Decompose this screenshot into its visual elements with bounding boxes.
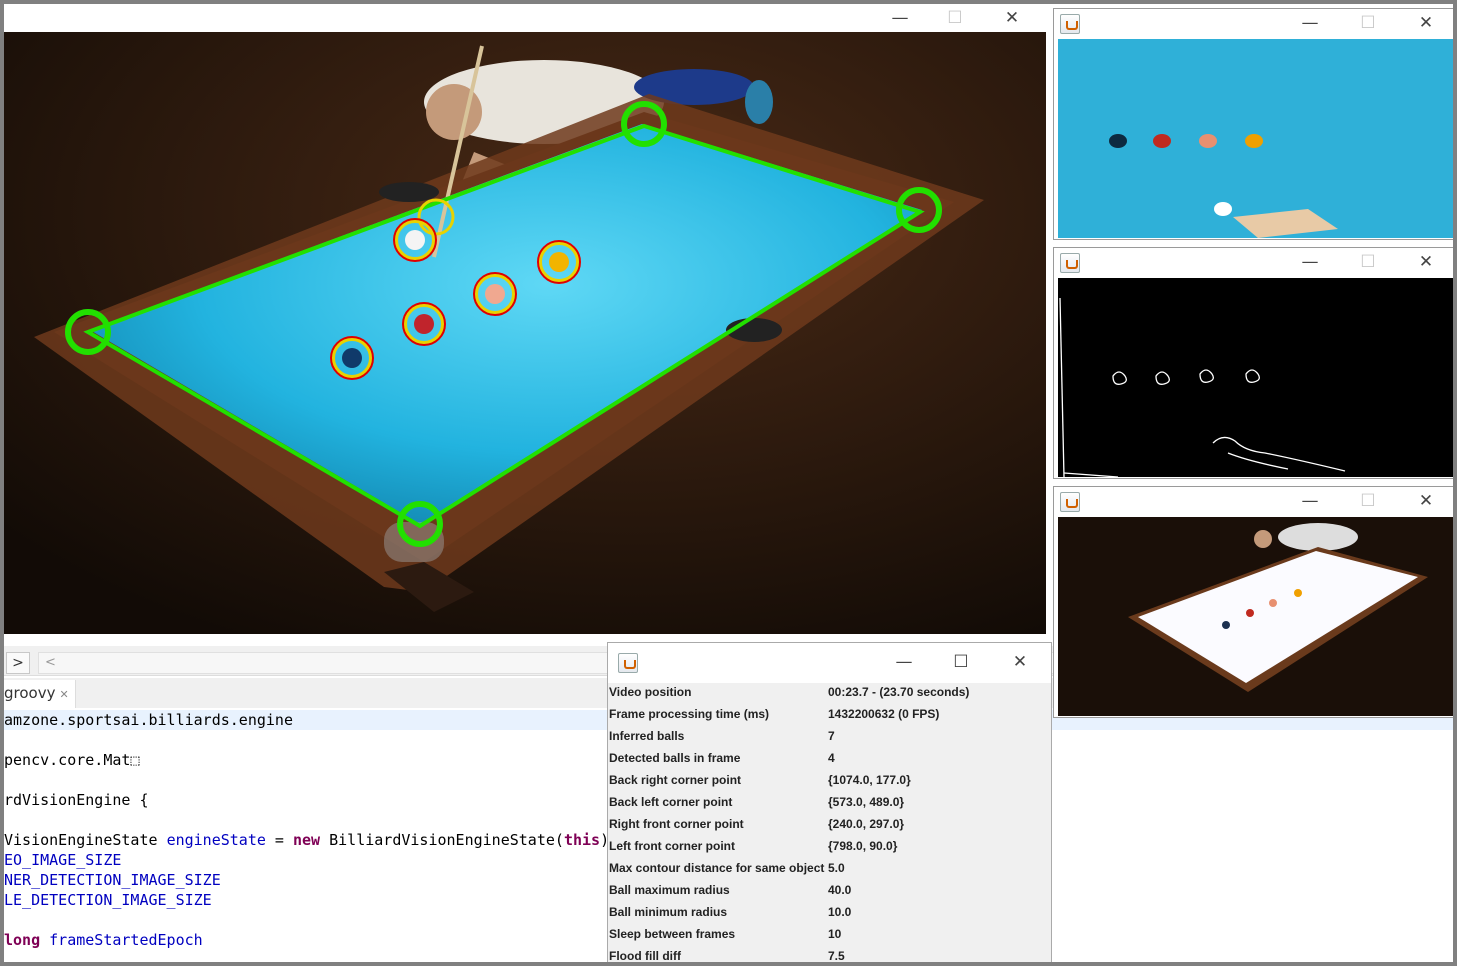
maximize-button[interactable]: ☐	[1357, 13, 1379, 35]
code-token: BilliardVisionEngineState(	[320, 831, 564, 849]
java-icon	[1060, 492, 1080, 512]
info-value: 5.0	[828, 861, 845, 875]
info-row: Ball maximum radius 40.0	[608, 883, 1051, 905]
window-titlebar: — ☐ ✕	[4, 4, 1046, 34]
tab-label: groovy	[4, 684, 56, 702]
maximize-button[interactable]: ☐	[1357, 252, 1379, 274]
desktop: > < groovy ✕ amzone.sportsai.billiards.en…	[0, 0, 1457, 966]
info-value: {798.0, 90.0}	[828, 839, 898, 853]
info-value: 7	[828, 729, 835, 743]
info-label: Right front corner point	[609, 817, 744, 831]
code-token: frameStartedEpoch	[49, 931, 203, 949]
table-mask-window: — ☐ ✕	[1053, 486, 1453, 718]
window-titlebar: — ☐ ✕	[1054, 248, 1453, 278]
info-value: 10	[828, 927, 842, 941]
window-titlebar: — ☐ ✕	[1054, 487, 1453, 517]
engine-info-table: Video position 00:23.7 - (23.70 seconds) F…	[608, 685, 1051, 963]
code-token: pencv.core.Mat	[4, 751, 131, 769]
info-row: Back right corner point {1074.0, 177.0}	[608, 773, 1051, 795]
info-row: Right front corner point {240.0, 297.0}	[608, 817, 1051, 839]
minimize-button[interactable]: —	[893, 652, 915, 674]
code-token: amzone.sportsai.billiards.engine	[4, 711, 293, 729]
info-value: 7.5	[828, 949, 845, 963]
info-label: Back left corner point	[609, 795, 733, 809]
close-button[interactable]: ✕	[1001, 8, 1023, 30]
info-row: Inferred balls 7	[608, 729, 1051, 751]
close-button[interactable]: ✕	[1415, 13, 1437, 35]
info-row: Flood fill diff 7.5	[608, 949, 1051, 963]
code-token: NER_DETECTION_IMAGE_SIZE	[4, 871, 221, 889]
main-video-window: — ☐ ✕	[4, 4, 1046, 634]
edge-detection-view	[1058, 278, 1453, 477]
close-button[interactable]: ✕	[1009, 652, 1031, 674]
info-row: Sleep between frames 10	[608, 927, 1051, 949]
window-titlebar: — ☐ ✕	[1054, 9, 1453, 39]
close-button[interactable]: ✕	[1415, 491, 1437, 513]
info-label: Video position	[609, 685, 692, 699]
java-icon	[1060, 253, 1080, 273]
info-label: Sleep between frames	[609, 927, 736, 941]
pool-table-detection-view	[4, 32, 1046, 634]
code-token: LE_DETECTION_IMAGE_SIZE	[4, 891, 212, 909]
minimize-button[interactable]: —	[889, 8, 911, 30]
close-button[interactable]: ✕	[1415, 252, 1437, 274]
info-value: 10.0	[828, 905, 852, 919]
engine-info-window: — ☐ ✕ Video position 00:23.7 - (23.70 sec…	[607, 642, 1052, 963]
info-label: Frame processing time (ms)	[609, 707, 770, 721]
java-icon	[1060, 14, 1080, 34]
maximize-button[interactable]: ☐	[1357, 491, 1379, 513]
pocket	[379, 182, 439, 202]
info-row: Video position 00:23.7 - (23.70 seconds)	[608, 685, 1051, 707]
info-value: 4	[828, 751, 835, 765]
info-row: Back left corner point {573.0, 489.0}	[608, 795, 1051, 817]
info-value: 00:23.7 - (23.70 seconds)	[828, 685, 970, 699]
info-label: Max contour distance for same object	[609, 861, 825, 875]
color-threshold-window: — ☐ ✕	[1053, 8, 1453, 240]
code-token: rdVisionEngine {	[4, 791, 149, 809]
info-label: Ball maximum radius	[609, 883, 730, 897]
info-value: 40.0	[828, 883, 852, 897]
info-label: Flood fill diff	[609, 949, 681, 963]
info-value: {1074.0, 177.0}	[828, 773, 911, 787]
info-value: {573.0, 489.0}	[828, 795, 905, 809]
expand-chevron-icon[interactable]: >	[6, 652, 30, 674]
code-token: long	[4, 931, 41, 949]
info-row: Frame processing time (ms) 1432200632 (0 …	[608, 707, 1051, 729]
code-token: EO_IMAGE_SIZE	[4, 851, 122, 869]
close-icon[interactable]: ✕	[59, 688, 68, 701]
info-value: {240.0, 297.0}	[828, 817, 905, 831]
window-titlebar: — ☐ ✕	[608, 643, 1051, 683]
code-token: engineState	[166, 831, 266, 849]
info-label: Inferred balls	[609, 729, 685, 743]
minimize-button[interactable]: —	[1299, 252, 1321, 274]
info-label: Back right corner point	[609, 773, 742, 787]
edge-detection-window: — ☐ ✕	[1053, 247, 1453, 479]
info-value: 1432200632 (0 FPS)	[828, 707, 940, 721]
minimize-button[interactable]: —	[1299, 13, 1321, 35]
minimize-button[interactable]: —	[1299, 491, 1321, 513]
tab-groovy-file[interactable]: groovy ✕	[4, 680, 76, 708]
info-row: Detected balls in frame 4	[608, 751, 1051, 773]
maximize-button[interactable]: ☐	[950, 652, 972, 674]
info-row: Max contour distance for same object 5.0	[608, 861, 1051, 883]
info-label: Detected balls in frame	[609, 751, 741, 765]
info-row: Left front corner point {798.0, 90.0}	[608, 839, 1051, 861]
maximize-button[interactable]: ☐	[944, 8, 966, 30]
code-token: ⬚	[130, 751, 140, 769]
felt-closeup-view	[1058, 39, 1453, 238]
java-icon	[618, 653, 638, 673]
info-row: Ball minimum radius 10.0	[608, 905, 1051, 927]
info-label: Left front corner point	[609, 839, 735, 853]
info-label: Ball minimum radius	[609, 905, 728, 919]
code-token: =	[265, 831, 293, 849]
code-token: new	[293, 831, 321, 849]
code-token: this	[563, 831, 601, 849]
code-token: VisionEngineState	[4, 831, 167, 849]
table-mask-view	[1058, 517, 1453, 716]
